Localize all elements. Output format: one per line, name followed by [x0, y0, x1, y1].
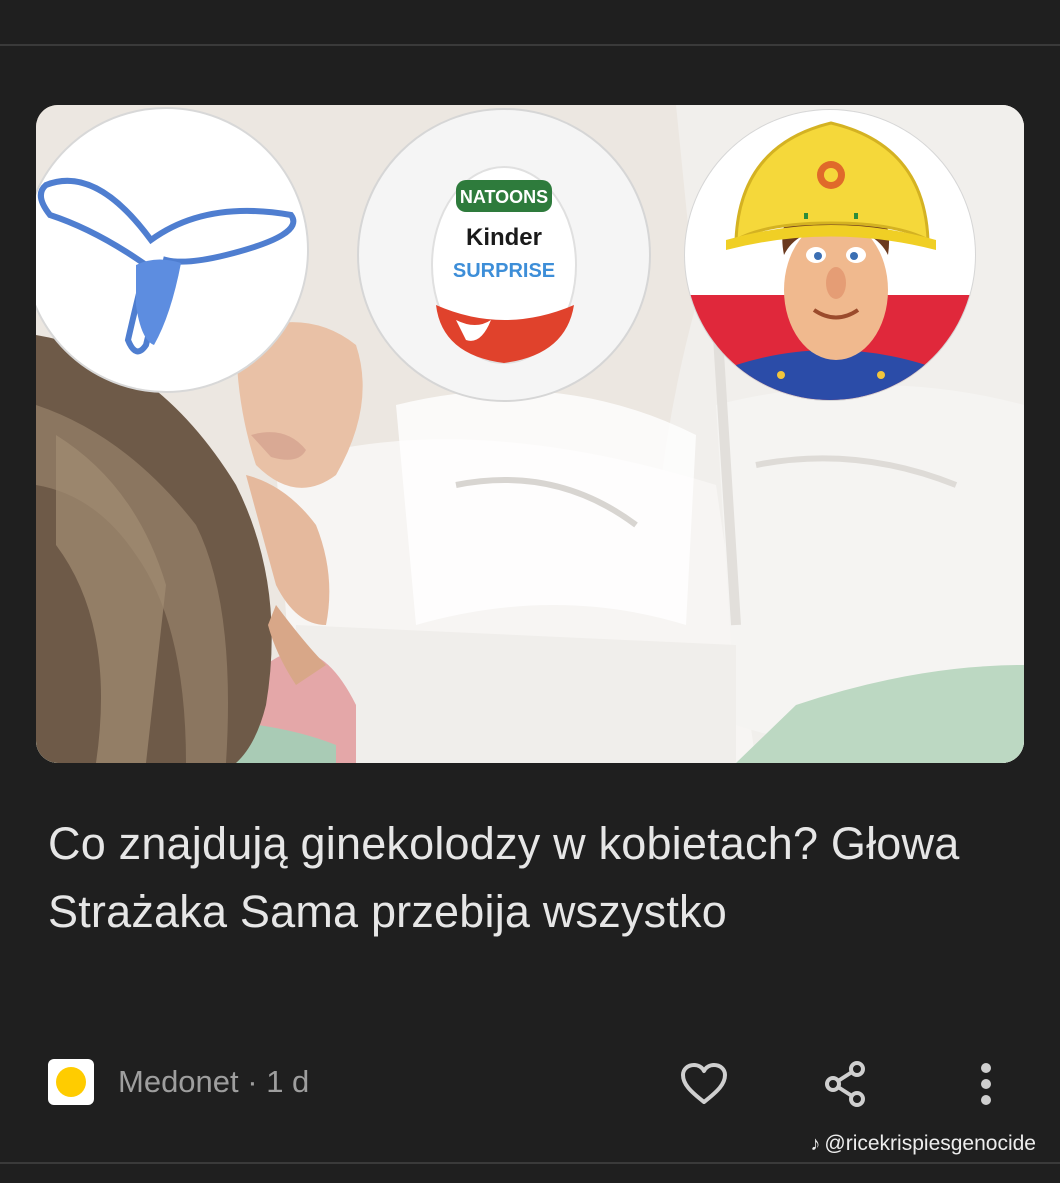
- egg-top-label: NATOONS: [460, 187, 548, 207]
- watermark-handle: @ricekrispiesgenocide: [824, 1132, 1036, 1155]
- more-options-button[interactable]: [960, 1058, 1012, 1110]
- article-age: 1 d: [266, 1064, 310, 1099]
- article-thumbnail[interactable]: NATOONS Kinder SURPRISE: [36, 105, 1024, 763]
- share-button[interactable]: [820, 1058, 872, 1110]
- tiktok-watermark: ♪ @ricekrispiesgenocide: [810, 1132, 1036, 1156]
- publisher-name[interactable]: Medonet: [118, 1064, 239, 1099]
- more-vert-icon: [981, 1063, 991, 1105]
- article-headline[interactable]: Co znajdują ginekolodzy w kobietach? Gło…: [48, 810, 988, 946]
- publisher-logo-dot: [56, 1067, 86, 1097]
- heart-icon: [681, 1063, 727, 1104]
- egg-brand-label: Kinder: [466, 224, 542, 251]
- egg-bottom-label: SURPRISE: [453, 260, 555, 282]
- publisher-favicon: [48, 1059, 94, 1105]
- share-icon: [825, 1061, 865, 1107]
- article-meta: Medonet · 1 d: [48, 1058, 309, 1106]
- meta-separator: ·: [238, 1064, 267, 1099]
- publisher-line: Medonet · 1 d: [118, 1064, 309, 1100]
- tiktok-icon: ♪: [810, 1132, 821, 1155]
- bottom-divider: [0, 1162, 1060, 1164]
- like-button[interactable]: [678, 1058, 730, 1110]
- top-divider: [0, 44, 1060, 46]
